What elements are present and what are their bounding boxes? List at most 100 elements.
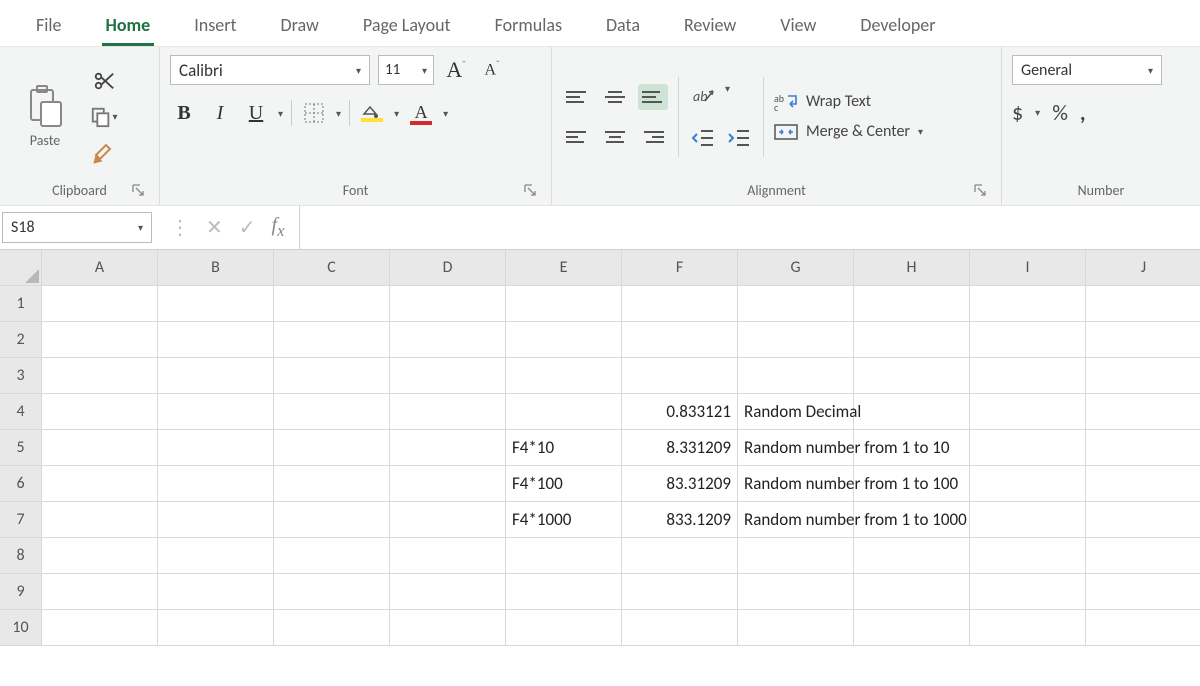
cell[interactable] — [854, 610, 970, 646]
cell[interactable] — [390, 358, 506, 394]
cell[interactable] — [158, 538, 274, 574]
cell[interactable] — [274, 466, 390, 502]
cell[interactable] — [970, 574, 1086, 610]
cell[interactable] — [158, 502, 274, 538]
font-color-button[interactable]: A — [407, 99, 435, 127]
cell[interactable] — [274, 358, 390, 394]
align-left-button[interactable] — [562, 124, 592, 150]
col-header-G[interactable]: G — [738, 250, 854, 286]
cell[interactable] — [390, 574, 506, 610]
row-header-3[interactable]: 3 — [0, 358, 42, 394]
cell[interactable] — [1086, 502, 1200, 538]
cell[interactable] — [854, 538, 970, 574]
row-header-2[interactable]: 2 — [0, 322, 42, 358]
row-header-4[interactable]: 4 — [0, 394, 42, 430]
cell[interactable] — [274, 394, 390, 430]
cell-F4[interactable]: 0.833121 — [622, 394, 738, 430]
accounting-format-button[interactable]: $ — [1012, 99, 1023, 126]
col-header-D[interactable]: D — [390, 250, 506, 286]
cell[interactable] — [390, 502, 506, 538]
cell[interactable] — [274, 286, 390, 322]
tab-formulas[interactable]: Formulas — [473, 6, 584, 46]
orientation-button[interactable]: ab — [689, 82, 717, 110]
cell[interactable] — [274, 430, 390, 466]
cell[interactable] — [274, 574, 390, 610]
row-header-9[interactable]: 9 — [0, 574, 42, 610]
tab-view[interactable]: View — [758, 6, 838, 46]
font-size-select[interactable]: 11 ▾ — [378, 55, 434, 85]
enter-formula-icon[interactable]: ✓ — [239, 215, 256, 240]
cell[interactable] — [1086, 286, 1200, 322]
cell[interactable] — [390, 394, 506, 430]
cancel-formula-icon[interactable]: ✕ — [206, 215, 223, 240]
bold-button[interactable]: B — [170, 99, 198, 127]
copy-button[interactable]: ▾ — [90, 103, 118, 131]
percent-format-button[interactable]: % — [1052, 99, 1068, 126]
align-right-button[interactable] — [638, 124, 668, 150]
cell[interactable] — [506, 286, 622, 322]
fx-icon[interactable]: fx — [272, 214, 285, 241]
cell[interactable] — [970, 358, 1086, 394]
cell[interactable] — [1086, 358, 1200, 394]
worksheet-grid[interactable]: A B C D E F G H I J 1 2 3 4 0.833121 Ran… — [0, 250, 1200, 646]
cell[interactable] — [970, 322, 1086, 358]
cell[interactable] — [854, 286, 970, 322]
cell[interactable] — [42, 610, 158, 646]
merge-center-button[interactable]: Merge & Center ▾ — [774, 122, 923, 142]
row-header-8[interactable]: 8 — [0, 538, 42, 574]
cell[interactable] — [738, 322, 854, 358]
increase-font-button[interactable]: Aˆ — [442, 56, 470, 84]
cell[interactable] — [1086, 610, 1200, 646]
tab-insert[interactable]: Insert — [172, 6, 258, 46]
col-header-B[interactable]: B — [158, 250, 274, 286]
row-header-7[interactable]: 7 — [0, 502, 42, 538]
cell[interactable] — [854, 358, 970, 394]
cell-F6[interactable]: 83.31209 — [622, 466, 738, 502]
cell[interactable] — [970, 538, 1086, 574]
cell[interactable] — [158, 574, 274, 610]
tab-review[interactable]: Review — [662, 6, 758, 46]
cell-F7[interactable]: 833.1209 — [622, 502, 738, 538]
cell[interactable] — [1086, 574, 1200, 610]
chevron-down-icon[interactable]: ▾ — [336, 107, 341, 120]
col-header-H[interactable]: H — [854, 250, 970, 286]
col-header-I[interactable]: I — [970, 250, 1086, 286]
cell-G6[interactable]: Random number from 1 to 100 — [738, 466, 854, 502]
cell[interactable] — [622, 610, 738, 646]
cell[interactable] — [854, 322, 970, 358]
cell[interactable] — [390, 538, 506, 574]
col-header-C[interactable]: C — [274, 250, 390, 286]
cell[interactable] — [390, 430, 506, 466]
cell[interactable] — [42, 394, 158, 430]
cell-G5[interactable]: Random number from 1 to 10 — [738, 430, 854, 466]
tab-draw[interactable]: Draw — [259, 6, 341, 46]
chevron-down-icon[interactable]: ▾ — [725, 82, 730, 110]
align-bottom-button[interactable] — [638, 84, 668, 110]
dialog-launcher-icon[interactable] — [523, 183, 537, 197]
cell[interactable] — [970, 286, 1086, 322]
chevron-down-icon[interactable]: ▾ — [278, 107, 283, 120]
cell[interactable] — [622, 322, 738, 358]
col-header-F[interactable]: F — [622, 250, 738, 286]
wrap-text-button[interactable]: ab c Wrap Text — [774, 92, 923, 112]
cell[interactable] — [1086, 430, 1200, 466]
cell[interactable] — [970, 430, 1086, 466]
cell[interactable] — [1086, 466, 1200, 502]
select-all-corner[interactable] — [0, 250, 42, 286]
cell[interactable] — [42, 502, 158, 538]
cell[interactable] — [970, 610, 1086, 646]
row-header-6[interactable]: 6 — [0, 466, 42, 502]
cell[interactable] — [42, 466, 158, 502]
font-name-select[interactable]: Calibri ▾ — [170, 55, 370, 85]
cell[interactable] — [42, 358, 158, 394]
decrease-indent-button[interactable] — [689, 124, 717, 152]
cell[interactable] — [506, 610, 622, 646]
cell-E6[interactable]: F4*100 — [506, 466, 622, 502]
cell[interactable] — [738, 358, 854, 394]
cell-E5[interactable]: F4*10 — [506, 430, 622, 466]
align-middle-button[interactable] — [600, 84, 630, 110]
cell[interactable] — [970, 394, 1086, 430]
cell[interactable] — [506, 538, 622, 574]
cell[interactable] — [970, 466, 1086, 502]
increase-indent-button[interactable] — [725, 124, 753, 152]
